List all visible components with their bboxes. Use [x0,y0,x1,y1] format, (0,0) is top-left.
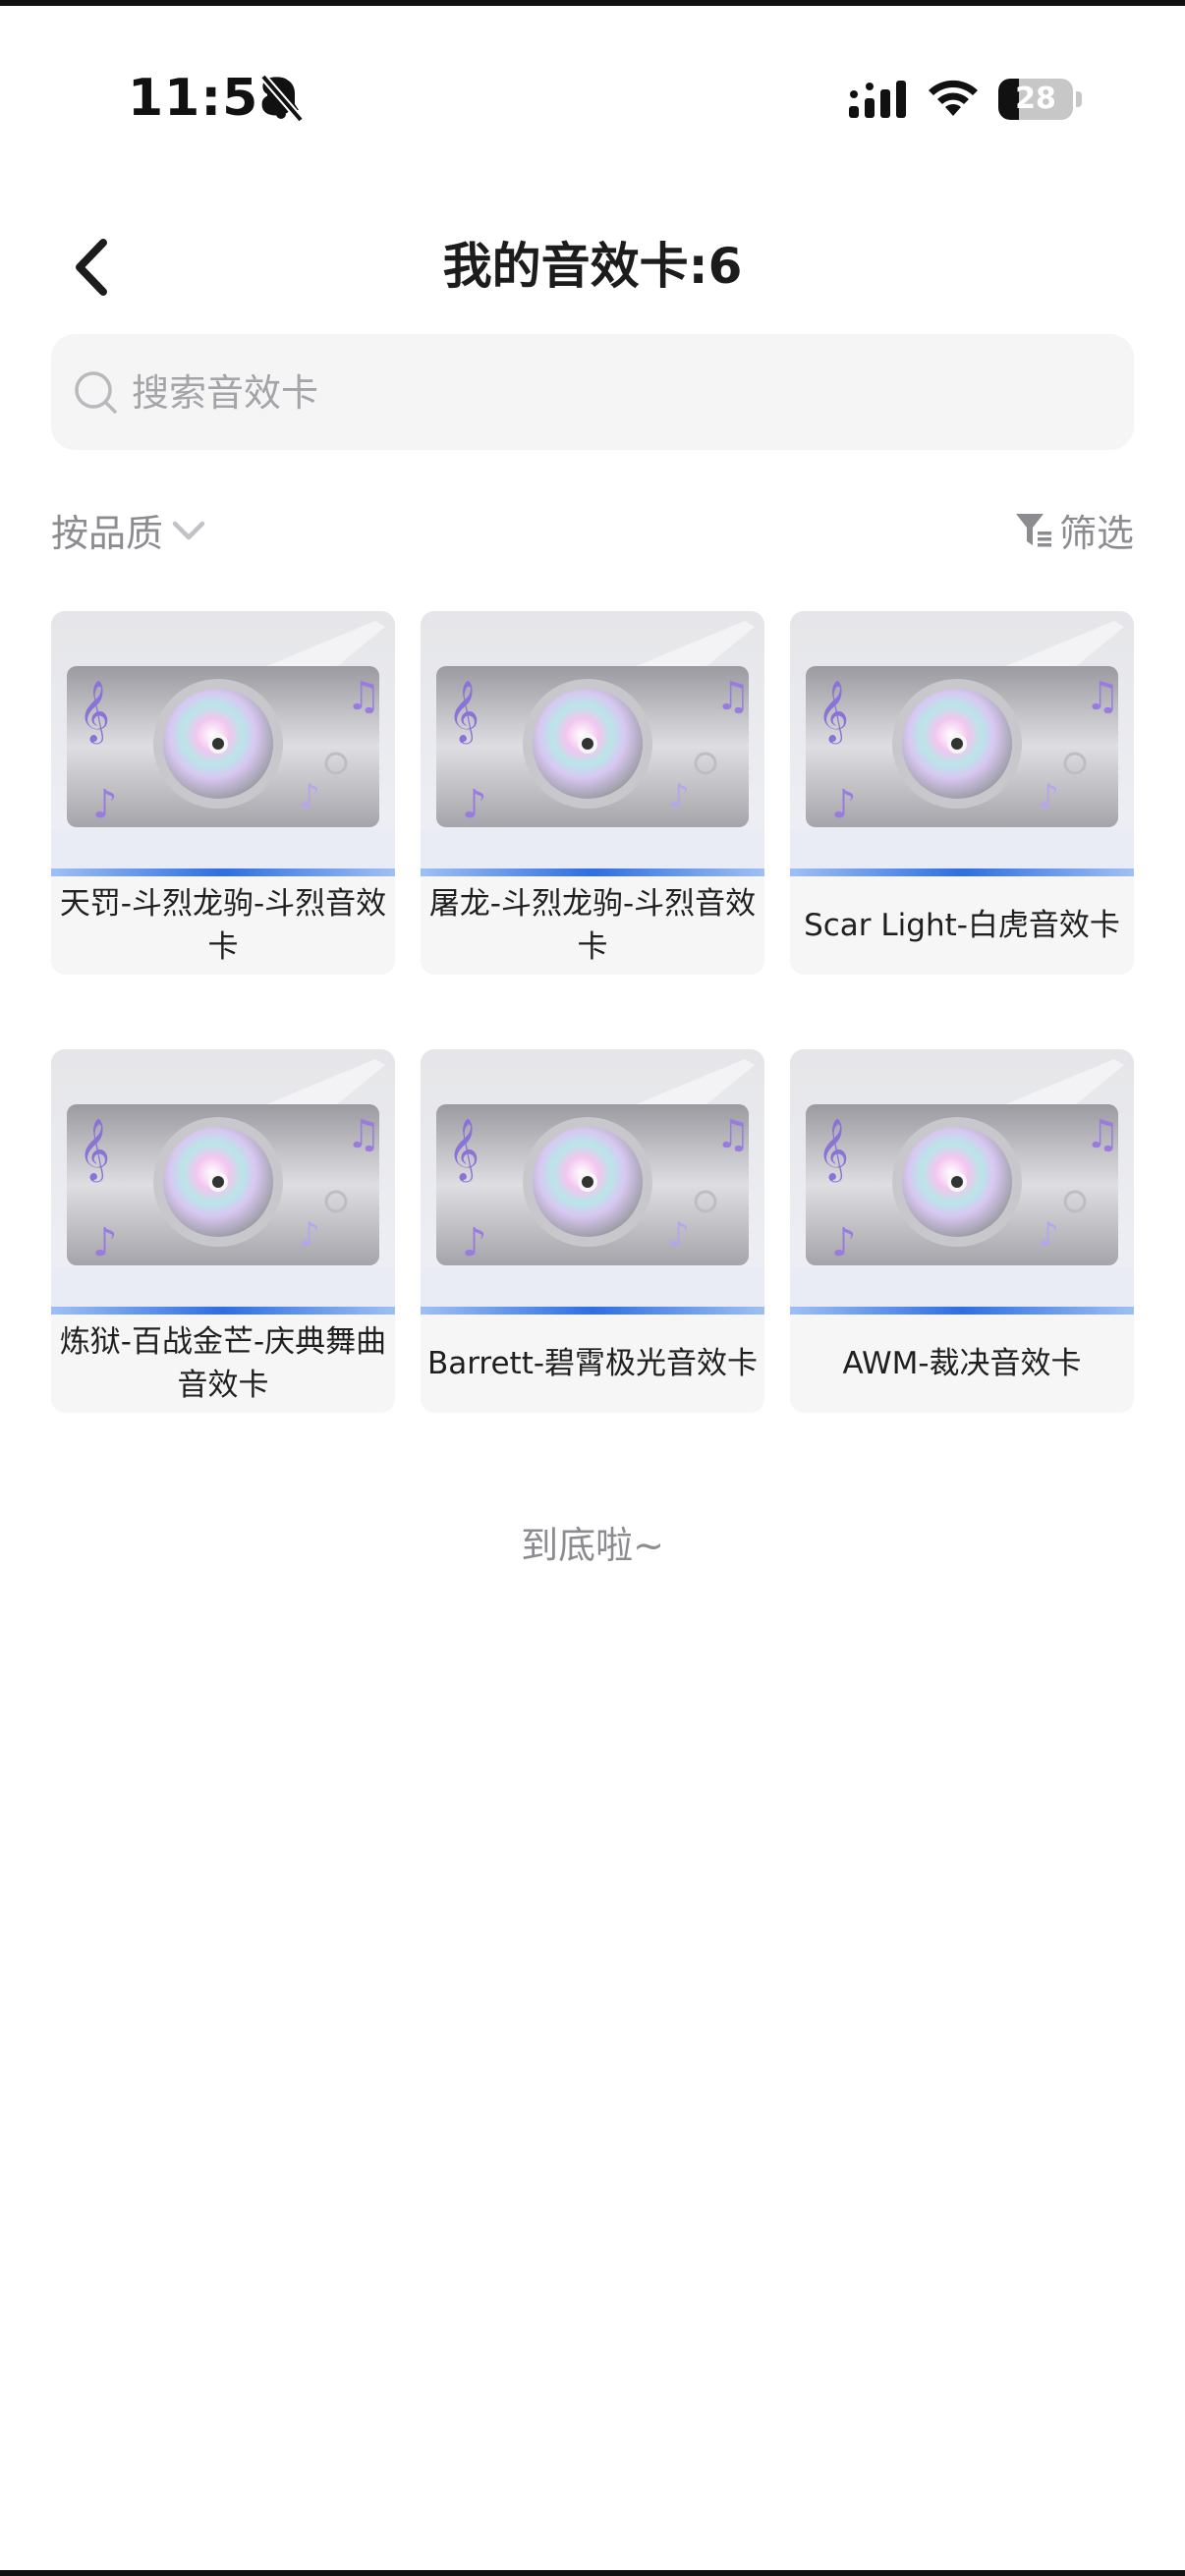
svg-text:♪: ♪ [831,782,857,827]
sound-card[interactable]: 𝄞 ♫ ♪ ♪ 屠龙-斗烈龙驹-斗烈音效卡 [421,611,764,975]
battery-icon: 28 [998,79,1083,120]
svg-text:♫: ♫ [715,1112,751,1157]
sort-by-quality-button[interactable]: 按品质 [51,495,208,564]
page: 11:58 28 我的音效卡:6 搜索音效卡 按品质 筛选 𝄞 ♫ ♪ ♪ 天罚… [0,0,1185,2576]
sound-card[interactable]: 𝄞 ♫ ♪ ♪ AWM-裁决音效卡 [790,1049,1134,1413]
svg-text:♪: ♪ [462,1220,487,1265]
sound-card-thumbnail-disc-icon: 𝄞 ♫ ♪ ♪ [51,1049,395,1315]
svg-text:𝄞: 𝄞 [818,680,849,745]
filter-button[interactable]: 筛选 [1014,495,1134,564]
sound-card-name: 炼狱-百战金芒-庆典舞曲音效卡 [59,1324,387,1403]
svg-text:♪: ♪ [668,777,690,816]
svg-text:♪: ♪ [299,1215,320,1255]
svg-text:𝄞: 𝄞 [79,1118,110,1183]
sound-card-name: 天罚-斗烈龙驹-斗烈音效卡 [59,886,387,965]
filter-label: 筛选 [1058,511,1134,555]
sound-card[interactable]: 𝄞 ♫ ♪ ♪ Barrett-碧霄极光音效卡 [421,1049,764,1413]
sound-card-name: 屠龙-斗烈龙驹-斗烈音效卡 [428,886,757,965]
svg-text:♫: ♫ [346,674,381,719]
sound-card-name: AWM-裁决音效卡 [842,1346,1082,1381]
svg-text:♪: ♪ [92,782,118,827]
search-input[interactable] [130,334,1116,452]
back-button[interactable] [51,228,130,307]
filter-icon [1015,514,1051,547]
chevron-left-icon [76,239,107,296]
sound-card[interactable]: 𝄞 ♫ ♪ ♪ 炼狱-百战金芒-庆典舞曲音效卡 [51,1049,395,1413]
sound-card-thumbnail-disc-icon: 𝄞 ♫ ♪ ♪ [51,611,395,876]
bell-off-icon [259,74,305,123]
sound-card[interactable]: 𝄞 ♫ ♪ ♪ 天罚-斗烈龙驹-斗烈音效卡 [51,611,395,975]
sound-card-name: Scar Light-白虎音效卡 [804,908,1120,943]
search-box[interactable] [51,334,1134,452]
svg-text:♫: ♫ [346,1112,381,1157]
chevron-down-icon [172,521,205,540]
page-title: 我的音效卡:6 [442,238,743,295]
svg-text:𝄞: 𝄞 [448,680,480,745]
svg-text:𝄞: 𝄞 [818,1118,849,1183]
sound-card[interactable]: 𝄞 ♫ ♪ ♪ Scar Light-白虎音效卡 [790,611,1134,975]
sound-card-name: Barrett-碧霄极光音效卡 [426,1346,759,1381]
sort-label: 按品质 [51,511,164,555]
svg-text:♫: ♫ [1085,1112,1120,1157]
battery-label: 28 [1015,82,1056,116]
status-bar: 11:58 28 [0,61,1185,140]
sound-card-thumbnail-disc-icon: 𝄞 ♫ ♪ ♪ [421,1049,764,1315]
svg-text:♪: ♪ [299,777,320,816]
svg-text:♫: ♫ [1085,674,1120,719]
signal-icon [849,81,906,118]
svg-text:♪: ♪ [1038,1215,1059,1255]
header: 我的音效卡:6 [0,212,1185,320]
svg-text:♪: ♪ [1038,777,1059,816]
svg-text:♪: ♪ [92,1220,118,1265]
sound-card-thumbnail-disc-icon: 𝄞 ♫ ♪ ♪ [790,1049,1134,1315]
svg-text:♪: ♪ [462,782,487,827]
wifi-icon [929,80,978,116]
search-icon [75,371,117,414]
toolbar: 按品质 筛选 [51,495,1134,564]
sound-card-thumbnail-disc-icon: 𝄞 ♫ ♪ ♪ [421,611,764,876]
svg-text:𝄞: 𝄞 [79,680,110,745]
svg-text:♪: ♪ [668,1215,690,1255]
sound-card-thumbnail-disc-icon: 𝄞 ♫ ♪ ♪ [790,611,1134,876]
svg-text:♫: ♫ [715,674,751,719]
svg-text:𝄞: 𝄞 [448,1118,480,1183]
end-of-list-text: 到底啦~ [521,1524,664,1567]
svg-text:♪: ♪ [831,1220,857,1265]
